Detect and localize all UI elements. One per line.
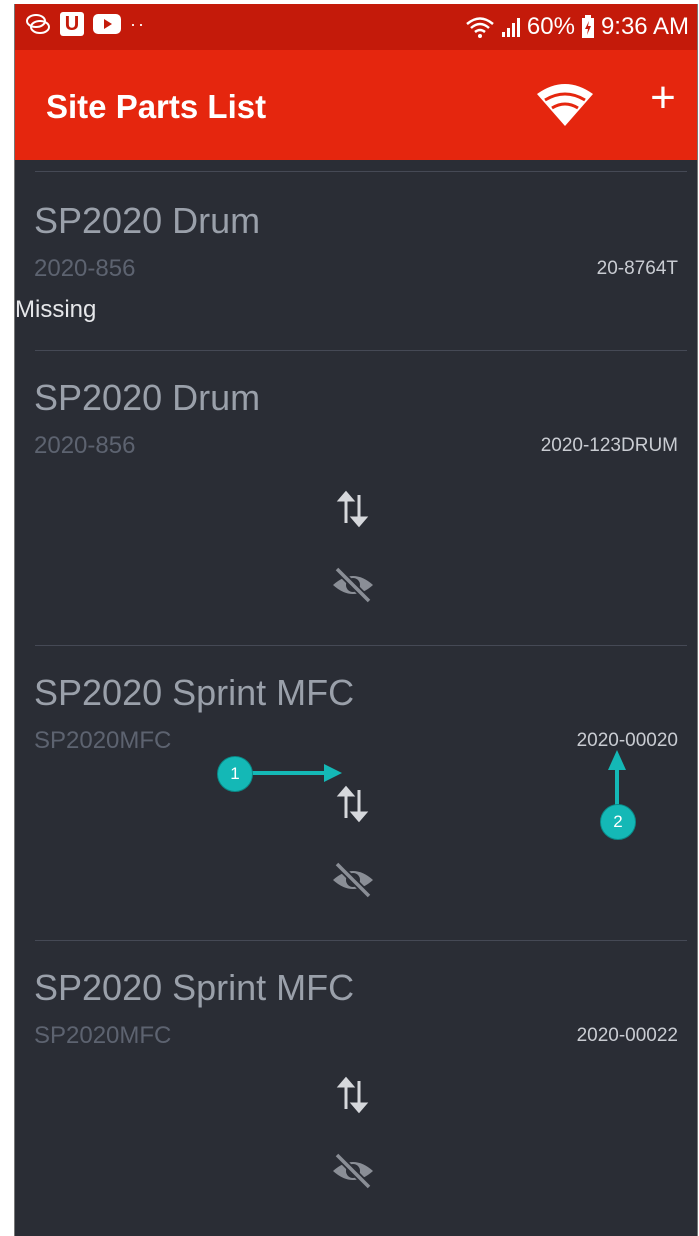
list-item[interactable]: SP2020 Sprint MFC SP2020MFC 2020-00020: [15, 646, 697, 940]
part-model: 2020-856: [34, 255, 136, 282]
part-model: SP2020MFC: [34, 1022, 172, 1049]
part-name: SP2020 Drum: [34, 200, 261, 241]
callout-1-line: [250, 771, 330, 775]
system-status: 60% 9:36 AM: [465, 13, 689, 41]
part-serial: 2020-123DRUM: [540, 435, 678, 456]
part-serial: 20-8764T: [596, 258, 678, 279]
list-item[interactable]: SP2020 Drum 2020-856 2020-123DRUM: [15, 351, 697, 645]
part-name: SP2020 Sprint MFC: [34, 967, 355, 1008]
swap-arrows-icon[interactable]: [331, 1073, 375, 1117]
clock: 9:36 AM: [600, 13, 689, 40]
cell-signal-icon: [501, 18, 520, 37]
battery-icon: [581, 15, 594, 38]
notification-icons: U ··: [25, 12, 146, 36]
part-model: 2020-856: [34, 432, 136, 459]
part-status: Missing: [15, 296, 97, 323]
app-bar: Site Parts List +: [15, 50, 697, 160]
callout-2-badge: 2: [600, 804, 636, 840]
add-part-button[interactable]: +: [643, 76, 683, 120]
eye-off-icon[interactable]: [331, 563, 375, 607]
page-title: Site Parts List: [46, 88, 267, 125]
part-model: SP2020MFC: [34, 727, 172, 754]
wifi-icon: [537, 84, 593, 126]
part-name: SP2020 Drum: [34, 377, 261, 418]
youtube-icon: [93, 14, 121, 34]
phone-screen: U ·· 60% 9:36 AM Site Parts List + SP202…: [14, 4, 698, 1236]
swap-arrows-icon[interactable]: [331, 782, 375, 826]
eye-off-icon[interactable]: [331, 1149, 375, 1193]
callout-1-badge: 1: [217, 756, 253, 792]
swap-arrows-icon[interactable]: [331, 487, 375, 531]
list-item[interactable]: SP2020 Drum 2020-856 20-8764T Missing: [15, 172, 697, 350]
chat-bubbles-icon: [26, 14, 50, 34]
part-serial: 2020-00020: [576, 730, 678, 751]
callout-1-arrowhead: [324, 764, 342, 782]
list-item[interactable]: SP2020 Sprint MFC SP2020MFC 2020-00022: [15, 941, 697, 1235]
status-bar: U ·· 60% 9:36 AM: [15, 4, 697, 50]
battery-percent: 60%: [526, 13, 575, 40]
callout-2-arrowhead: [608, 750, 626, 770]
wifi-status-icon: [466, 17, 494, 38]
wifi-sync-button[interactable]: [535, 80, 595, 132]
part-serial: 2020-00022: [576, 1025, 678, 1046]
u-app-icon: U: [60, 12, 84, 36]
part-name: SP2020 Sprint MFC: [34, 672, 355, 713]
eye-off-icon[interactable]: [331, 858, 375, 902]
overflow-dots: ··: [130, 13, 146, 34]
